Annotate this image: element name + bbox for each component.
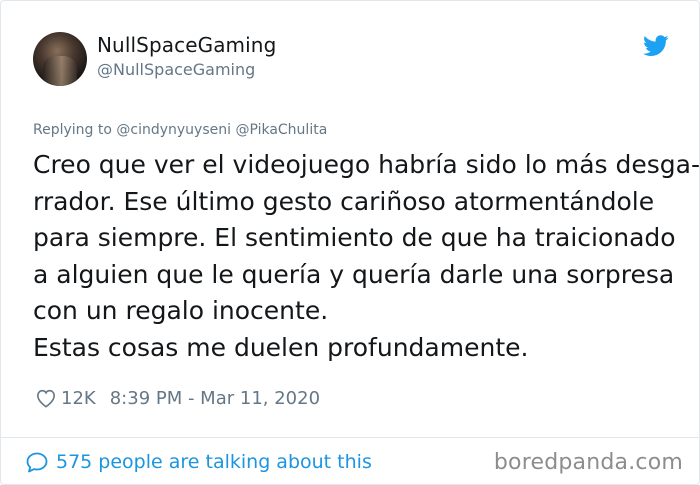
tweet-line: para siempre. El sentimiento de que ha t… (33, 223, 676, 252)
tweet-line: rrador. Ese último gesto cariñoso atorme… (33, 186, 655, 216)
tweet-card: NullSpaceGaming @NullSpaceGaming Replyin… (0, 0, 700, 485)
tweet-text: Creo que ver el videojuego habría sido l… (33, 147, 700, 366)
tweet-line: Creo que ver el videojuego habría sido l… (33, 150, 700, 179)
speech-bubble-icon (26, 452, 48, 473)
conversation-link[interactable]: 575 people are talking about this (25, 449, 372, 475)
avatar-figure (43, 56, 77, 86)
author-handle[interactable]: @NullSpaceGaming (97, 60, 255, 79)
replying-to[interactable]: Replying to @cindynyuyseni @PikaChulita (33, 122, 327, 138)
heart-icon[interactable] (35, 388, 57, 408)
tweet-line: a alguien que le quería y quería darle u… (33, 259, 675, 289)
tweet-line: Estas cosas me duelen profundamente. (33, 332, 529, 362)
tweet-meta: 12K 8:39 PM - Mar 11, 2020 (35, 385, 320, 411)
watermark: boredpanda.com (493, 450, 683, 475)
tweet-line: con un regalo inocente. (33, 296, 329, 325)
tweet-timestamp[interactable]: 8:39 PM - Mar 11, 2020 (110, 388, 320, 409)
avatar[interactable] (33, 32, 87, 86)
twitter-bird-icon[interactable] (643, 35, 669, 57)
conversation-link-label: 575 people are talking about this (56, 451, 372, 473)
author-display-name[interactable]: NullSpaceGaming (97, 33, 276, 57)
like-count[interactable]: 12K (61, 388, 96, 409)
divider (1, 437, 699, 438)
